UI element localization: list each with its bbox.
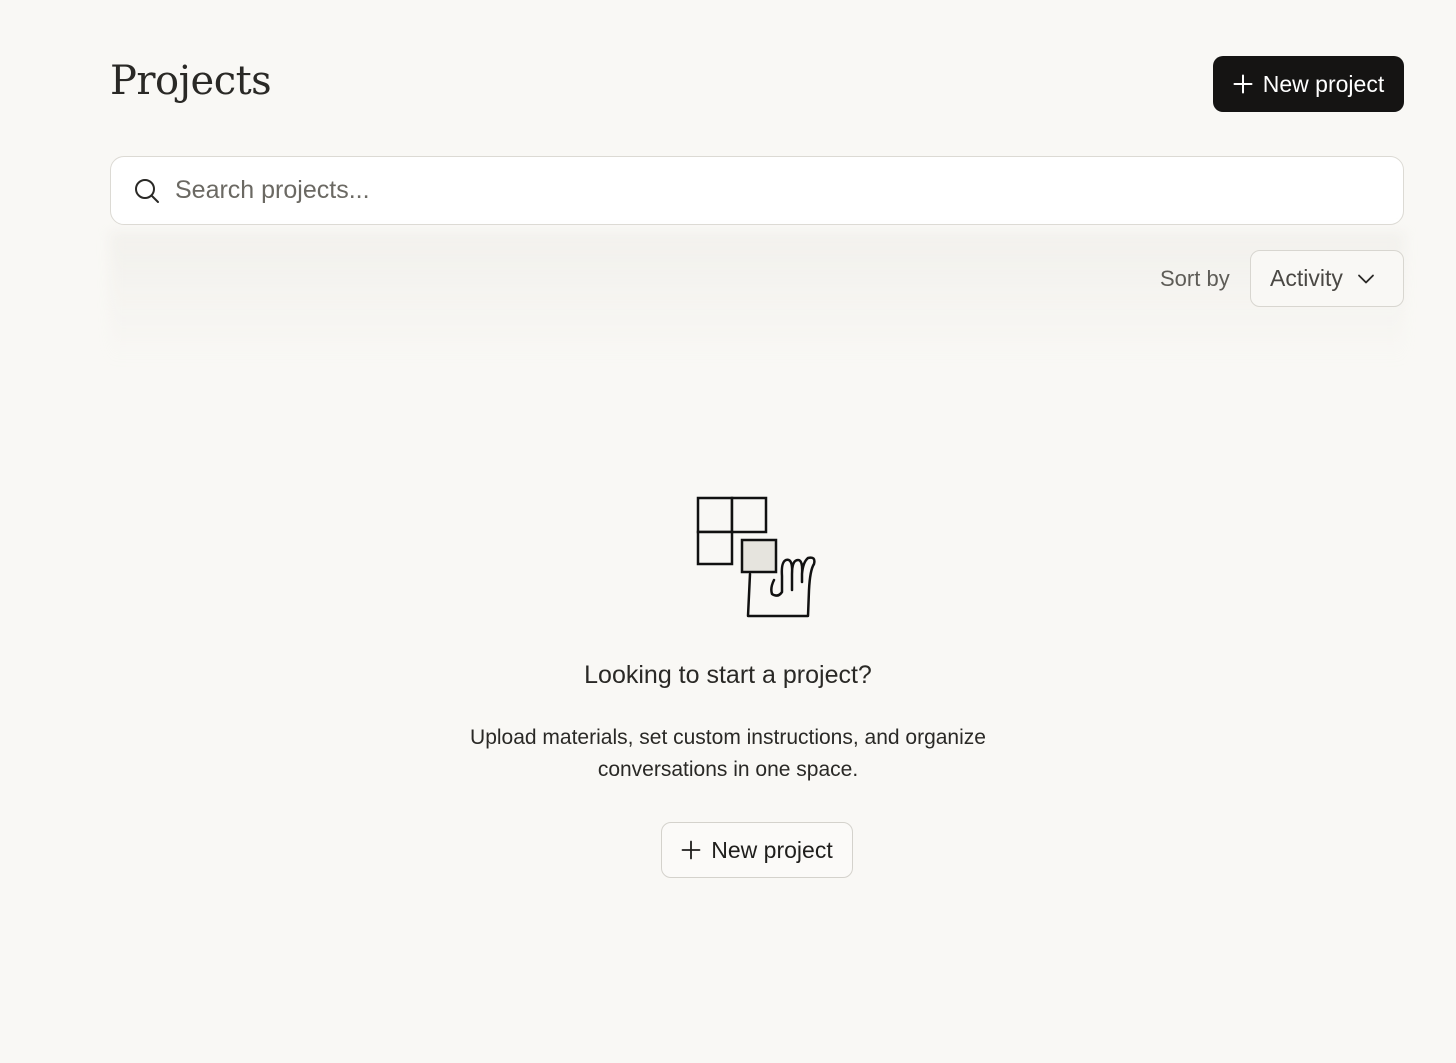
empty-state-new-project-button[interactable]: New project xyxy=(661,822,853,878)
search-icon xyxy=(133,177,161,205)
page-title: Projects xyxy=(110,58,272,104)
plus-icon xyxy=(1233,74,1253,94)
empty-state-title: Looking to start a project? xyxy=(584,661,872,689)
grid-hand-illustration xyxy=(690,490,826,626)
new-project-button-label: New project xyxy=(1262,70,1385,97)
blurred-background-region xyxy=(110,232,1404,362)
search-input[interactable] xyxy=(175,176,1355,205)
chevron-down-icon xyxy=(1357,270,1375,288)
search-box[interactable] xyxy=(110,156,1404,225)
empty-state-description: Upload materials, set custom instruction… xyxy=(470,726,986,781)
plus-icon xyxy=(681,840,701,860)
sort-selected-value: Activity xyxy=(1270,265,1343,291)
sort-by-label: Sort by xyxy=(1160,266,1230,291)
sort-select[interactable]: Activity xyxy=(1250,250,1404,307)
empty-state-button-label: New project xyxy=(711,836,833,863)
projects-page: Projects New project Sort by Activity xyxy=(0,0,1456,1063)
new-project-button[interactable]: New project xyxy=(1213,56,1404,112)
